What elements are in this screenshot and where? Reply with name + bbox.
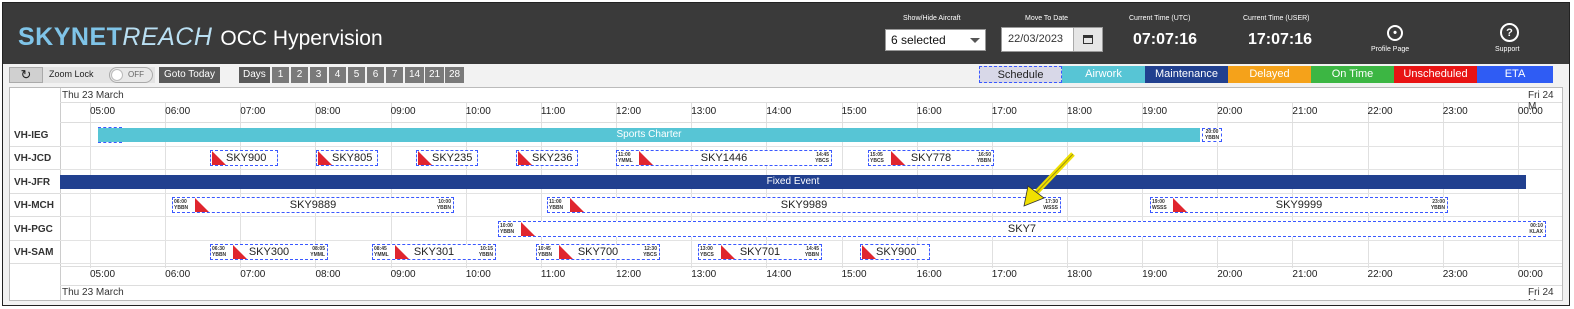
support-label[interactable]: Support [1495, 46, 1520, 53]
legend-unscheduled[interactable]: Unscheduled [1394, 66, 1477, 83]
legend-delayed[interactable]: Delayed [1228, 66, 1311, 83]
day-button-21[interactable]: 21 [425, 67, 444, 83]
day-button-7[interactable]: 7 [386, 67, 403, 83]
aircraft-select[interactable]: 6 selected [885, 29, 986, 51]
legend-schedule[interactable]: Schedule [979, 66, 1062, 83]
legend-airwork[interactable]: Airwork [1062, 66, 1145, 83]
move-to-date-value: 22/03/2023 [1008, 33, 1064, 45]
question-circle-icon[interactable]: ? [1500, 23, 1519, 42]
toolbar: ↻ Zoom Lock OFF Goto Today Days 12345671… [3, 64, 1569, 86]
day-button-3[interactable]: 3 [310, 67, 327, 83]
toggle-knob [111, 69, 123, 81]
chevron-down-icon [970, 38, 980, 43]
move-to-date-label: Move To Date [1025, 15, 1069, 22]
legend-eta[interactable]: ETA [1477, 66, 1553, 83]
gantt-chart[interactable]: 05:00 05:00 06:00 06:00 07:00 07:00 08:00 08:00… [9, 87, 1563, 301]
annotation-arrow [1023, 152, 1075, 207]
zoom-lock-label: Zoom Lock [49, 69, 94, 79]
brand-italic: REACH [122, 23, 213, 51]
refresh-icon: ↻ [20, 67, 32, 82]
brand-logo: SKYNETREACH OCC Hypervision [18, 23, 383, 52]
app-header: SKYNETREACH OCC Hypervision Show/Hide Air… [3, 3, 1569, 64]
brand-bold: SKYNET [18, 23, 123, 51]
zoom-lock-toggle[interactable]: OFF [109, 67, 153, 83]
days-label: Days [239, 67, 270, 83]
user-time-label: Current Time (USER) [1243, 15, 1310, 22]
app-title: OCC Hypervision [220, 27, 383, 50]
profile-page-label[interactable]: Profile Page [1371, 46, 1409, 53]
calendar-button[interactable] [1073, 28, 1102, 51]
utc-time-label: Current Time (UTC) [1129, 15, 1191, 22]
calendar-icon [1083, 35, 1093, 44]
day-button-2[interactable]: 2 [291, 67, 308, 83]
utc-time-value: 07:07:16 [1133, 31, 1198, 48]
legend-on-time[interactable]: On Time [1311, 66, 1394, 83]
move-to-date-input[interactable]: 22/03/2023 [1001, 27, 1103, 52]
day-button-28[interactable]: 28 [445, 67, 464, 83]
user-time-value: 17:07:16 [1248, 31, 1313, 48]
day-button-5[interactable]: 5 [348, 67, 365, 83]
refresh-button[interactable]: ↻ [9, 67, 43, 83]
show-hide-label: Show/Hide Aircraft [903, 15, 961, 22]
aircraft-select-value: 6 selected [891, 33, 946, 47]
day-button-4[interactable]: 4 [329, 67, 346, 83]
zoom-lock-state: OFF [128, 70, 144, 79]
day-button-6[interactable]: 6 [367, 67, 384, 83]
day-button-1[interactable]: 1 [272, 67, 289, 83]
legend-maintenance[interactable]: Maintenance [1145, 66, 1228, 83]
user-circle-icon[interactable]: • [1387, 25, 1403, 41]
goto-today-button[interactable]: Goto Today [159, 67, 220, 83]
app-window: SKYNETREACH OCC Hypervision Show/Hide Air… [2, 2, 1570, 306]
day-button-14[interactable]: 14 [405, 67, 424, 83]
